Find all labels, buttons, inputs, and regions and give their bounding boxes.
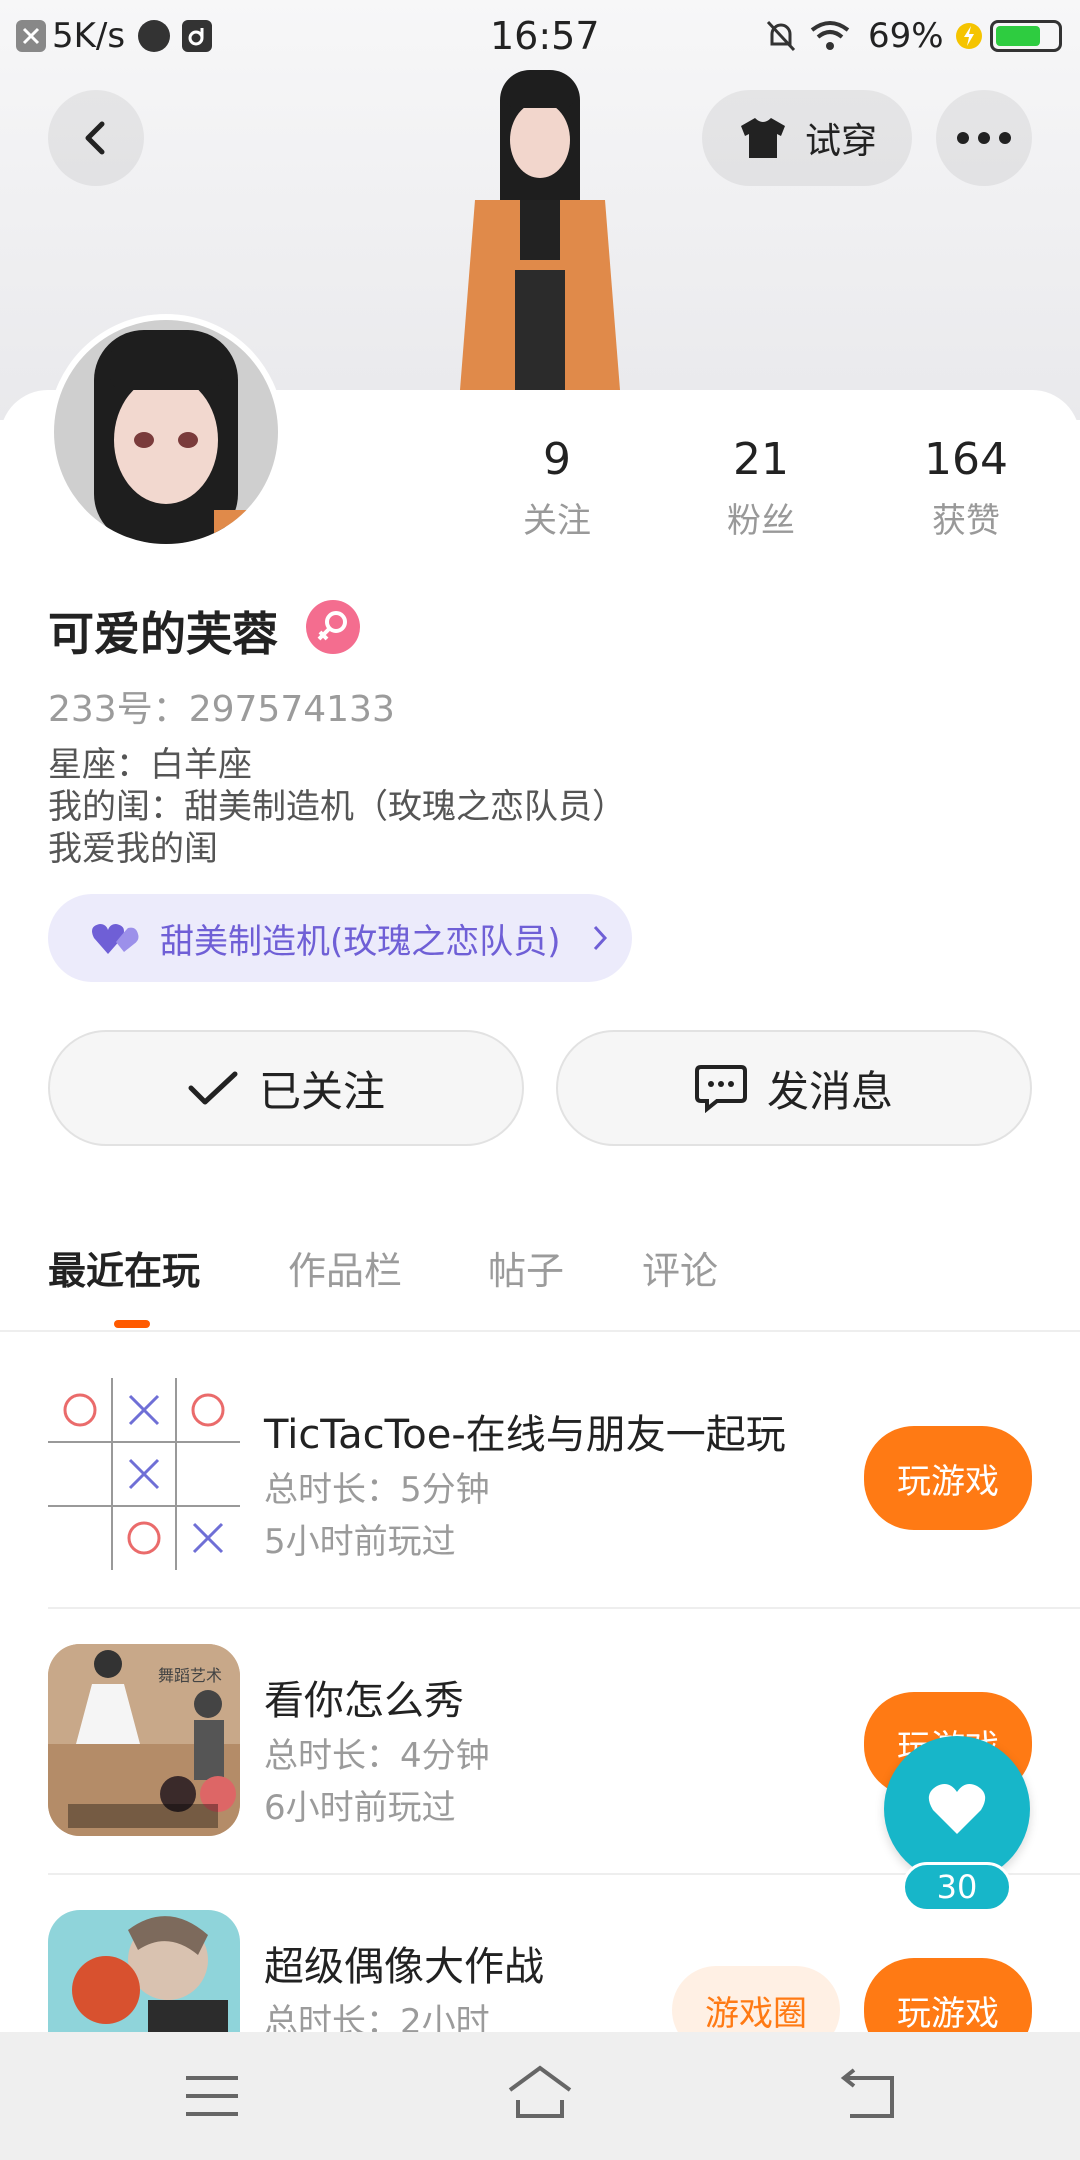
game-title[interactable]: 看你怎么秀 bbox=[264, 1668, 464, 1726]
battery-percent: 69% bbox=[868, 16, 944, 56]
relation-tag[interactable]: 甜美制造机(玫瑰之恋队员) bbox=[48, 894, 632, 982]
game-thumbnail[interactable] bbox=[48, 1378, 240, 1570]
game-duration: 总时长：5分钟 bbox=[264, 1470, 490, 1510]
game-title[interactable]: TicTacToe-在线与朋友一起玩 bbox=[264, 1402, 786, 1460]
bio: 星座：白羊座 我的闺：甜美制造机（玫瑰之恋队员） 我爱我的闺 bbox=[48, 744, 626, 870]
back-arrow-icon bbox=[85, 121, 105, 155]
play-game-button[interactable]: 玩游戏 bbox=[864, 1426, 1032, 1530]
followed-label: 已关注 bbox=[258, 1066, 385, 1116]
relation-tag-label: 甜美制造机(玫瑰之恋队员) bbox=[160, 921, 561, 962]
stat-fans-value: 21 bbox=[733, 434, 789, 485]
checkmark-icon bbox=[188, 1071, 238, 1105]
system-nav-bar bbox=[0, 2032, 1080, 2160]
chevron-right-icon bbox=[593, 925, 607, 951]
game-thumbnail[interactable] bbox=[48, 1910, 240, 2032]
bio-line: 我的闺：甜美制造机（玫瑰之恋队员） bbox=[48, 787, 626, 827]
stat-likes-label: 获赞 bbox=[932, 501, 1000, 541]
try-on-button[interactable]: 试穿 bbox=[702, 90, 912, 186]
avatar[interactable] bbox=[48, 314, 284, 550]
send-message-label: 发消息 bbox=[766, 1066, 893, 1116]
planet-icon bbox=[138, 20, 170, 52]
like-count-badge: 30 bbox=[902, 1862, 1012, 1912]
avatar-3d-figure bbox=[430, 70, 650, 390]
status-bar: 5K/s 16:57 69% bbox=[0, 0, 1080, 72]
stat-likes-value: 164 bbox=[924, 434, 1008, 485]
heart-icon bbox=[928, 1784, 986, 1834]
tshirt-icon bbox=[740, 118, 785, 158]
game-last-played: 6小时前玩过 bbox=[264, 1788, 456, 1828]
user-name: 可爱的芙蓉 bbox=[48, 607, 278, 661]
mute-bell-icon bbox=[764, 18, 798, 54]
thumbnail-text: 舞蹈艺术 bbox=[158, 1666, 223, 1685]
more-dots-icon bbox=[957, 132, 1011, 144]
battery-icon bbox=[990, 20, 1062, 52]
music-app-icon bbox=[182, 20, 212, 52]
game-thumbnail[interactable]: 舞蹈艺术 bbox=[48, 1644, 240, 1836]
clock: 16:57 bbox=[490, 14, 600, 58]
stat-following-label: 关注 bbox=[523, 501, 591, 541]
user-id: 233号：297574133 bbox=[48, 689, 395, 730]
floating-like-button[interactable] bbox=[884, 1736, 1030, 1882]
list-divider bbox=[48, 1607, 1080, 1609]
chat-bubble-icon bbox=[694, 1065, 747, 1113]
bio-line: 我爱我的闺 bbox=[48, 829, 218, 869]
menu-icon[interactable] bbox=[182, 2072, 242, 2120]
bio-line: 星座：白羊座 bbox=[48, 745, 252, 785]
double-heart-icon bbox=[92, 924, 139, 954]
game-last-played: 5小时前玩过 bbox=[264, 1522, 456, 1562]
back-button[interactable] bbox=[48, 90, 144, 186]
more-button[interactable] bbox=[936, 90, 1032, 186]
tab-posts[interactable]: 帖子 bbox=[488, 1240, 564, 1295]
stat-fans[interactable]: 21 粉丝 bbox=[671, 434, 851, 542]
stat-following[interactable]: 9 关注 bbox=[467, 434, 647, 542]
followed-button[interactable]: 已关注 bbox=[48, 1030, 524, 1146]
tab-recent-play[interactable]: 最近在玩 bbox=[48, 1240, 200, 1295]
stat-following-value: 9 bbox=[543, 434, 571, 485]
stat-likes[interactable]: 164 获赞 bbox=[876, 434, 1056, 542]
active-tab-indicator bbox=[114, 1320, 150, 1328]
close-notification-icon bbox=[16, 20, 46, 52]
female-gender-icon bbox=[306, 600, 360, 654]
back-nav-icon[interactable] bbox=[840, 2068, 900, 2122]
tabs-divider bbox=[0, 1330, 1080, 1332]
wifi-icon bbox=[808, 18, 852, 54]
game-title[interactable]: 超级偶像大作战 bbox=[264, 1934, 544, 1992]
send-message-button[interactable]: 发消息 bbox=[556, 1030, 1032, 1146]
stat-fans-label: 粉丝 bbox=[727, 501, 795, 541]
network-speed: 5K/s bbox=[52, 16, 126, 56]
game-duration: 总时长：4分钟 bbox=[264, 1736, 490, 1776]
tab-comments[interactable]: 评论 bbox=[642, 1240, 718, 1295]
home-icon[interactable] bbox=[504, 2062, 576, 2122]
try-on-label: 试穿 bbox=[804, 121, 877, 162]
tab-works[interactable]: 作品栏 bbox=[288, 1240, 402, 1295]
charging-icon bbox=[954, 20, 984, 52]
